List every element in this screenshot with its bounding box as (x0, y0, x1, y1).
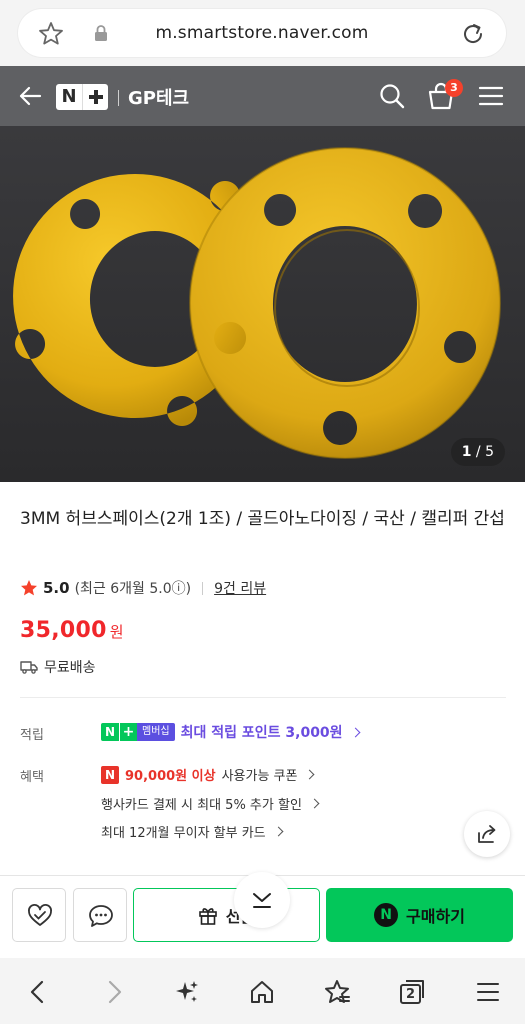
points-label: 적립 (20, 728, 44, 743)
price-value: 35,000 (20, 618, 107, 643)
rating-row[interactable]: 5.0 (최근 6개월 5.0ⓘ) 9건 리뷰 (20, 578, 266, 598)
image-counter-total: 5 (485, 444, 494, 460)
browser-nav-bar: 2 (0, 958, 525, 1024)
address-bar[interactable]: m.smartstore.naver.com (18, 9, 506, 57)
naver-plus-logo[interactable]: N (56, 84, 108, 110)
gift-button[interactable]: 선물 (133, 888, 320, 942)
product-price: 35,000 원 (20, 618, 124, 643)
buy-label: 구매하기 (406, 907, 465, 926)
image-counter-current: 1 (461, 444, 472, 460)
installment-text: 최대 12개월 무이자 할부 카드 (101, 826, 266, 841)
back-arrow-icon[interactable] (16, 82, 44, 110)
back-chevron-icon[interactable] (24, 978, 52, 1006)
chat-bubble-icon (89, 905, 113, 927)
section-divider (20, 697, 506, 698)
image-counter-separator: / (475, 444, 481, 460)
naver-plus-membership-badge: N + 멤버십 (101, 723, 175, 741)
tabs-button[interactable]: 2 (398, 978, 426, 1006)
rating-detail[interactable]: (최근 6개월 5.0ⓘ) (75, 578, 192, 598)
naver-n-red-badge: N (101, 765, 119, 784)
header-divider (118, 90, 119, 106)
bookmarks-star-icon[interactable] (323, 978, 351, 1006)
chevron-right-icon (305, 769, 315, 780)
coupon-amount: 90,000원 이상 (125, 769, 216, 784)
shipping-info: 무료배송 (20, 657, 96, 677)
points-text[interactable]: 최대 적립 포인트 3,000원 (181, 722, 343, 742)
installment-row[interactable]: 최대 12개월 무이자 할부 카드 (101, 822, 284, 841)
chevron-right-icon (309, 798, 320, 809)
hub-spacer-photo (13, 147, 501, 459)
reload-icon[interactable] (460, 21, 486, 47)
plus-icon (82, 84, 108, 110)
product-image[interactable] (0, 126, 525, 482)
membership-plus-icon: + (119, 723, 137, 741)
card-discount-text: 행사카드 결제 시 최대 5% 추가 할인 (101, 798, 302, 813)
url-text[interactable]: m.smartstore.naver.com (18, 23, 506, 43)
image-counter: 1 / 5 (450, 438, 505, 466)
tab-count: 2 (406, 987, 416, 1002)
heart-check-icon (28, 904, 52, 926)
hamburger-menu-icon[interactable] (478, 84, 504, 108)
review-count-link[interactable]: 9건 리뷰 (214, 578, 266, 598)
naver-n-circle-icon: N (374, 903, 399, 927)
rating-score: 5.0 (43, 579, 70, 597)
cart-count-badge: 3 (445, 79, 463, 97)
membership-n-logo: N (101, 723, 119, 741)
coupon-text: 사용가능 쿠폰 (221, 769, 298, 784)
delivery-truck-icon (20, 661, 38, 674)
benefit-label: 혜택 (20, 770, 44, 785)
rating-star-icon (21, 580, 37, 596)
shipping-text: 무료배송 (44, 660, 96, 676)
store-header: N GP테크 3 (0, 66, 525, 126)
wishlist-button[interactable] (12, 888, 66, 942)
talk-inquiry-button[interactable] (73, 888, 127, 942)
gift-icon (198, 908, 217, 925)
menu-icon[interactable] (474, 978, 502, 1006)
home-icon[interactable] (248, 978, 276, 1006)
chevron-right-icon (350, 727, 361, 737)
coupon-row[interactable]: N 90,000원 이상 사용가능 쿠폰 (101, 765, 315, 784)
card-discount-row[interactable]: 행사카드 결제 시 최대 5% 추가 할인 (101, 794, 320, 813)
rating-separator (202, 581, 204, 595)
browser-url-bar-area: m.smartstore.naver.com (0, 0, 525, 66)
store-name[interactable]: GP테크 (128, 84, 189, 110)
product-title: 3MM 허브스페이스(2개 1조) / 골드아노다이징 / 국산 / 캘리퍼 간… (20, 509, 505, 529)
naver-n-logo: N (61, 86, 77, 107)
sparkle-icon[interactable] (173, 978, 201, 1006)
forward-chevron-icon[interactable] (100, 978, 128, 1006)
chevron-right-icon (273, 826, 284, 837)
chevron-down-icon (253, 893, 271, 908)
membership-tag: 멤버십 (137, 723, 175, 741)
buy-now-button[interactable]: N 구매하기 (326, 888, 513, 942)
search-icon[interactable] (378, 82, 406, 110)
share-icon (478, 825, 496, 843)
share-button[interactable] (464, 811, 510, 857)
collapse-toggle-button[interactable] (234, 872, 290, 928)
points-row[interactable]: N + 멤버십 최대 적립 포인트 3,000원 (101, 722, 361, 742)
price-currency: 원 (109, 623, 124, 641)
